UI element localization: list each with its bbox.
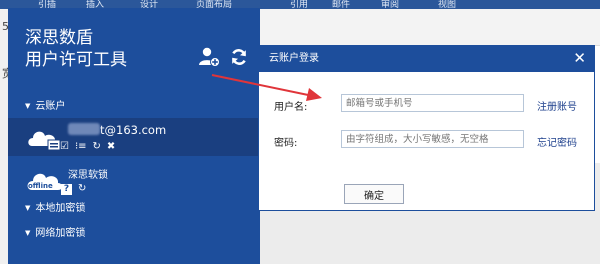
soft-lock-actions: ? ↻ [61,183,92,195]
username-label: 用户名: [274,102,308,113]
dialog-title: 云账户登录 [269,53,319,64]
local-lock-section-label: 本地加密锁 [35,203,86,214]
network-lock-section-label: 网络加密锁 [35,228,86,239]
expand-triangle-icon: ▼ [25,204,31,212]
expand-triangle-icon: ▼ [25,229,31,237]
offline-badge-label: offline [28,182,53,190]
email-redaction [68,123,100,135]
soft-lock-label: 深思软锁 [68,170,108,181]
app-title-line1: 深思数盾 [25,28,93,48]
forgot-password-link[interactable]: 忘记密码 [537,134,577,149]
sync-icon[interactable]: ↻ [78,183,86,194]
close-icon[interactable]: ✖ [107,141,115,152]
dialog-titlebar: 云账户登录 [259,46,594,72]
username-input[interactable] [341,94,524,112]
password-input[interactable] [341,130,524,148]
add-user-icon[interactable] [198,46,220,68]
refresh-icon[interactable] [230,48,248,66]
app-title: 深思数盾 用户许可工具 [25,27,127,71]
register-link[interactable]: 注册账号 [537,98,577,113]
expand-triangle-icon: ▼ [25,102,31,110]
help-icon[interactable]: ? [61,184,72,195]
list-icon[interactable]: ⁝≡ [75,141,87,152]
close-icon[interactable]: ✕ [573,49,586,67]
account-email-suffix: t@163.com [100,123,167,137]
account-email: t@163.com [68,123,166,137]
sync-icon[interactable]: ↻ [93,141,101,152]
local-lock-section[interactable]: ▼ 本地加密锁 [25,199,85,214]
network-lock-section[interactable]: ▼ 网络加密锁 [25,224,85,239]
app-title-line2: 用户许可工具 [25,50,127,70]
cloud-account-section[interactable]: ▼ 云账户 [25,97,65,112]
cloud-login-dialog: 云账户登录 ✕ 用户名: 注册账号 密码: 忘记密码 确定 [258,45,595,211]
confirm-button[interactable]: 确定 [344,184,404,204]
cloud-account-section-label: 云账户 [35,101,66,112]
license-tool-panel: 深思数盾 用户许可工具 ▼ 云账户 t@163.com ☑ ⁝≡ ↻ ✖ offline… [8,8,260,264]
account-actions: ☑ ⁝≡ ↻ ✖ [60,141,121,152]
cloud-account-icon [28,131,61,151]
background-toolbar [258,9,600,46]
password-label: 密码: [274,138,298,149]
offline-cloud-icon: offline [27,173,63,190]
checkbox-icon[interactable]: ☑ [60,141,69,152]
